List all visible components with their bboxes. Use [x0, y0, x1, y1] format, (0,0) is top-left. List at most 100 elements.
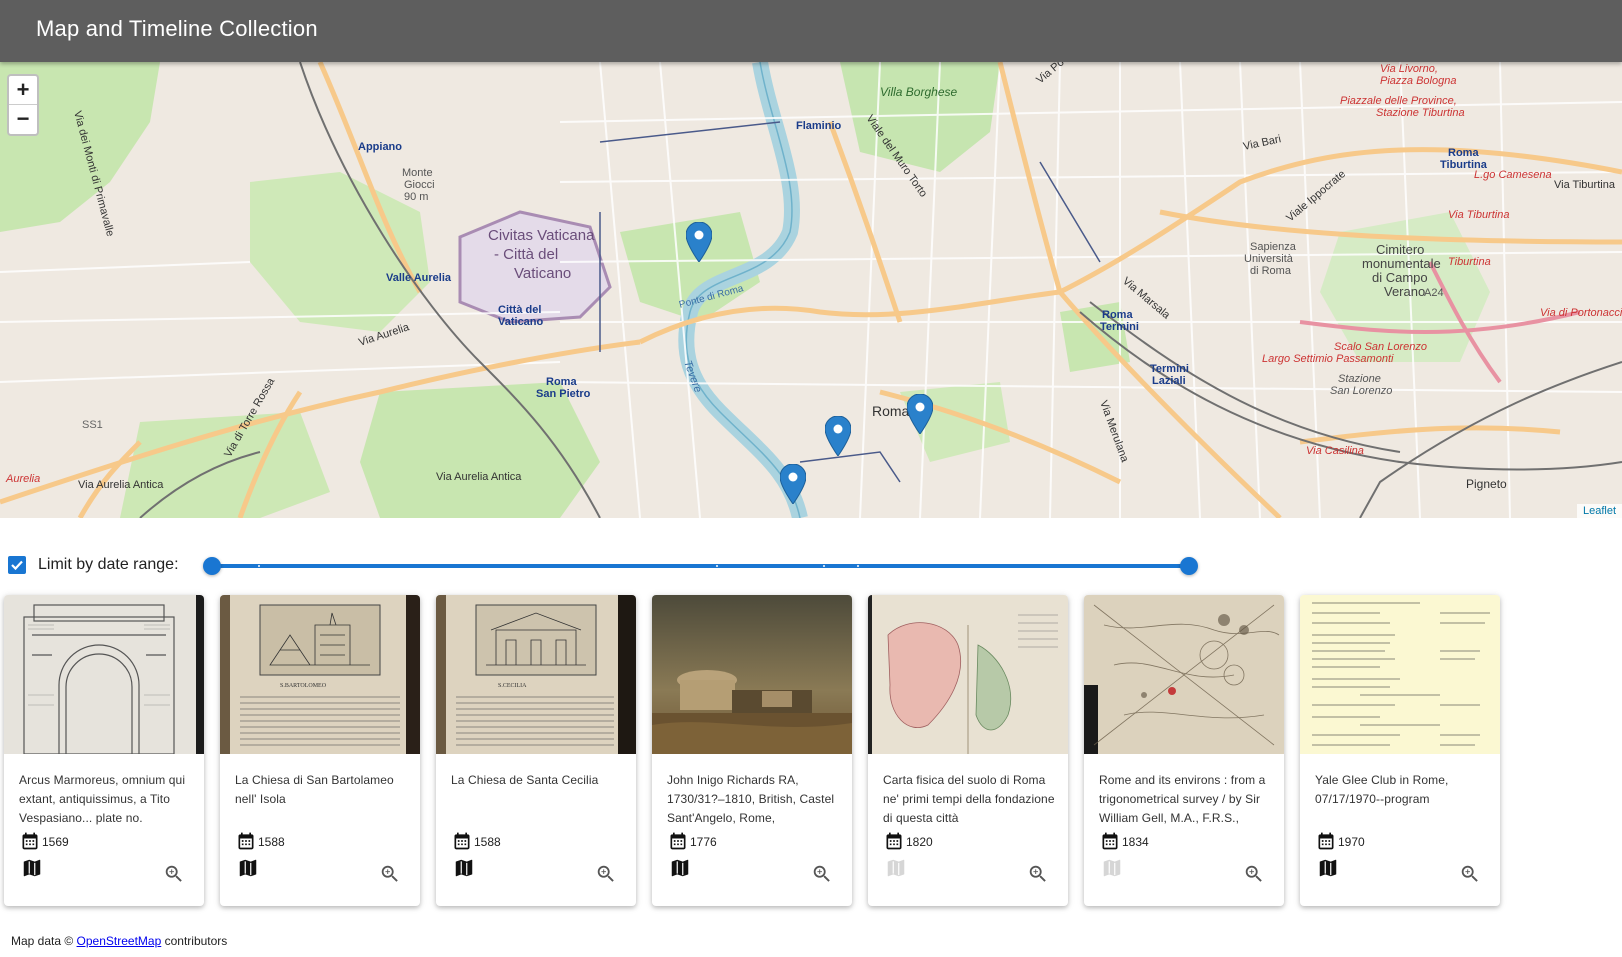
svg-text:- Città del: - Città del [494, 246, 558, 263]
map-icon[interactable] [21, 857, 43, 879]
map-icon[interactable] [1317, 857, 1339, 879]
zoom-in-icon[interactable] [1459, 863, 1481, 885]
svg-text:Laziali: Laziali [1152, 375, 1186, 387]
map-marker-icon[interactable] [779, 463, 807, 505]
card-thumbnail[interactable] [1300, 595, 1500, 754]
svg-text:Monte: Monte [402, 167, 433, 179]
card-thumbnail[interactable] [1084, 595, 1284, 754]
card-year: 1569 [42, 835, 69, 849]
map-icon[interactable] [453, 857, 475, 879]
date-range-checkbox[interactable] [8, 556, 26, 574]
svg-text:Via Tiburtina: Via Tiburtina [1448, 209, 1509, 221]
card-title: Carta fisica del suolo di Roma ne' primi… [883, 773, 1055, 825]
svg-text:Valle Aurelia: Valle Aurelia [386, 272, 452, 284]
credit-suffix: contributors [161, 934, 228, 948]
svg-text:Pigneto: Pigneto [1466, 477, 1507, 491]
date-range-label: Limit by date range: [38, 556, 179, 573]
svg-text:Vaticano: Vaticano [514, 265, 571, 282]
svg-text:Appiano: Appiano [358, 141, 402, 153]
calendar-icon [454, 832, 470, 850]
slider-tick [716, 565, 718, 567]
card-year: 1588 [258, 835, 285, 849]
svg-text:Via Livorno,: Via Livorno, [1380, 63, 1438, 75]
check-icon [11, 560, 23, 571]
card-year: 1970 [1338, 835, 1365, 849]
svg-text:di Campo: di Campo [1372, 270, 1428, 285]
card-thumbnail[interactable] [868, 595, 1068, 754]
svg-text:90 m: 90 m [404, 191, 428, 203]
svg-text:Università: Università [1244, 253, 1294, 265]
zoom-in-icon[interactable] [811, 863, 833, 885]
map-data-credit: Map data © OpenStreetMap contributors [11, 934, 227, 948]
svg-text:S.CECILIA: S.CECILIA [498, 683, 527, 689]
openstreetmap-link[interactable]: OpenStreetMap [77, 934, 162, 948]
svg-text:Flaminio: Flaminio [796, 120, 842, 132]
card-title: John Inigo Richards RA, 1730/31?–1810, B… [667, 773, 835, 825]
svg-text:Civitas Vaticana: Civitas Vaticana [488, 227, 595, 244]
svg-text:A24: A24 [1424, 287, 1444, 299]
svg-text:Stazione Tiburtina: Stazione Tiburtina [1376, 107, 1465, 119]
map-tiles[interactable]: Villa Borghese Flaminio Appiano Monte Gi… [0, 62, 1622, 518]
map-marker-icon[interactable] [906, 393, 934, 435]
calendar-icon [1102, 832, 1118, 850]
svg-text:Villa Borghese: Villa Borghese [880, 85, 957, 99]
svg-text:Roma: Roma [1448, 147, 1479, 159]
map-icon[interactable] [669, 857, 691, 879]
zoom-in-button[interactable]: + [9, 76, 37, 105]
card-thumbnail[interactable]: S.BARTOLOMEO [220, 595, 420, 754]
svg-text:Roma: Roma [1102, 309, 1133, 321]
collection-card[interactable]: Rome and its environs : from a trigonome… [1084, 595, 1284, 906]
card-thumbnail[interactable] [4, 595, 204, 754]
svg-text:Roma: Roma [872, 403, 910, 419]
svg-text:Aurelia: Aurelia [5, 473, 40, 485]
slider-tick [823, 565, 825, 567]
svg-text:Scalo San Lorenzo: Scalo San Lorenzo [1334, 341, 1427, 353]
collection-card[interactable]: Yale Glee Club in Rome, 07/17/1970--prog… [1300, 595, 1500, 906]
map-marker-icon[interactable] [685, 221, 713, 263]
svg-text:Tiburtina: Tiburtina [1448, 256, 1491, 268]
collection-card[interactable]: Arcus Marmoreus, omnium qui extant, anti… [4, 595, 204, 906]
calendar-icon [22, 832, 38, 850]
calendar-icon [670, 832, 686, 850]
card-title: Rome and its environs : from a trigonome… [1099, 773, 1266, 825]
card-year: 1820 [906, 835, 933, 849]
collection-card[interactable]: S.CECILIA La Chiesa de Santa Cecilia 158… [436, 595, 636, 906]
card-title: La Chiesa di San Bartolameo nell' Isola [235, 773, 394, 806]
card-year: 1776 [690, 835, 717, 849]
card-title: La Chiesa de Santa Cecilia [451, 773, 599, 787]
range-start-thumb[interactable] [203, 557, 221, 575]
card-thumbnail[interactable] [652, 595, 852, 754]
range-end-thumb[interactable] [1180, 557, 1198, 575]
zoom-out-button[interactable]: − [9, 105, 37, 134]
svg-text:Via Aurelia Antica: Via Aurelia Antica [78, 479, 164, 491]
svg-text:Stazione: Stazione [1338, 373, 1381, 385]
calendar-icon [1318, 832, 1334, 850]
map-icon [887, 859, 905, 877]
svg-text:Giocci: Giocci [404, 179, 435, 191]
zoom-in-icon[interactable] [1027, 863, 1049, 885]
svg-text:SS1: SS1 [82, 419, 103, 431]
collection-card[interactable]: S.BARTOLOMEO La Chiesa di San Bartolameo… [220, 595, 420, 906]
date-filter: Limit by date range: [0, 536, 1622, 596]
collection-card[interactable]: John Inigo Richards RA, 1730/31?–1810, B… [652, 595, 852, 906]
svg-text:Vaticano: Vaticano [498, 316, 544, 328]
card-title: Arcus Marmoreus, omnium qui extant, anti… [19, 773, 186, 825]
date-range-track[interactable] [212, 564, 1189, 568]
zoom-in-icon[interactable] [1243, 863, 1265, 885]
svg-text:di Roma: di Roma [1250, 265, 1292, 277]
svg-text:Piazza Bologna: Piazza Bologna [1380, 75, 1456, 87]
svg-text:Largo Settimio Passamonti: Largo Settimio Passamonti [1262, 353, 1394, 365]
calendar-icon [238, 832, 254, 850]
map-attribution[interactable]: Leaflet [1576, 504, 1622, 518]
leaflet-link[interactable]: Leaflet [1583, 505, 1616, 517]
zoom-in-icon[interactable] [379, 863, 401, 885]
map-icon[interactable] [237, 857, 259, 879]
card-year: 1834 [1122, 835, 1149, 849]
map-view[interactable]: Villa Borghese Flaminio Appiano Monte Gi… [0, 62, 1622, 518]
zoom-in-icon[interactable] [163, 863, 185, 885]
svg-text:Piazzale delle Province,: Piazzale delle Province, [1340, 95, 1457, 107]
card-thumbnail[interactable]: S.CECILIA [436, 595, 636, 754]
map-marker-icon[interactable] [824, 415, 852, 457]
zoom-in-icon[interactable] [595, 863, 617, 885]
collection-card[interactable]: Carta fisica del suolo di Roma ne' primi… [868, 595, 1068, 906]
